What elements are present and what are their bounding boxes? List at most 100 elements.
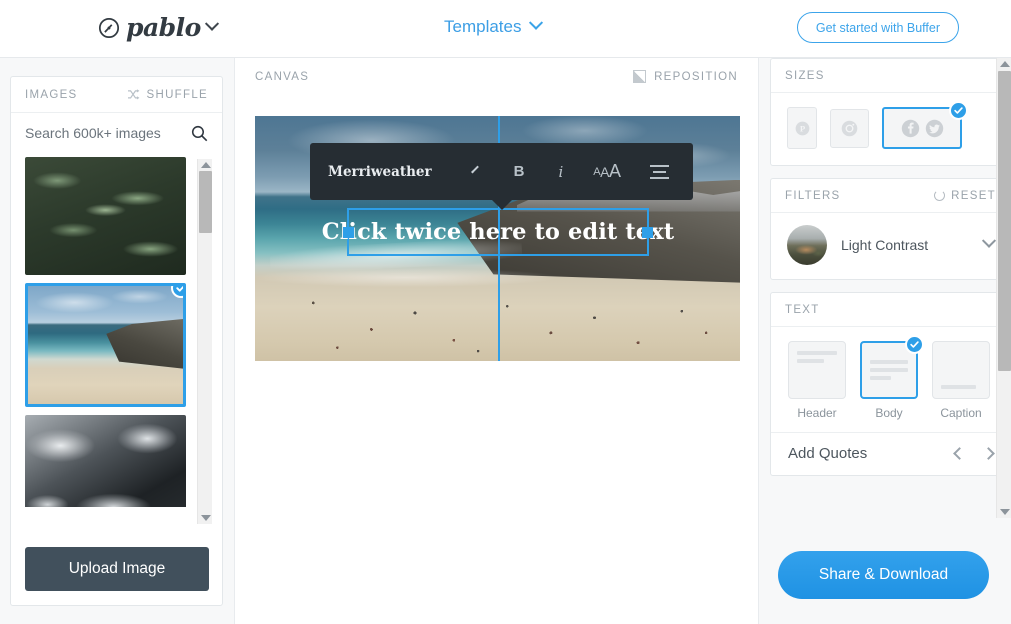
thumbnail-image: [25, 415, 186, 507]
shuffle-label: SHUFFLE: [146, 88, 208, 101]
templates-menu[interactable]: Templates: [444, 15, 544, 37]
search-input[interactable]: [25, 125, 175, 141]
image-thumbnail-beach[interactable]: [25, 283, 186, 407]
facebook-icon: [901, 119, 919, 137]
templates-label: Templates: [444, 17, 522, 36]
image-thumbnail-ferns[interactable]: [25, 157, 186, 275]
reset-label: RESET: [951, 189, 996, 202]
get-started-with-buffer-button[interactable]: Get started with Buffer: [796, 12, 959, 43]
font-size-button[interactable]: AAA: [593, 161, 621, 182]
size-option-facebook-twitter[interactable]: [882, 101, 968, 149]
share-and-download-button[interactable]: Share & Download: [778, 551, 989, 599]
canvas-panel-header: CANVAS REPOSITION: [235, 58, 758, 95]
resize-handle-right[interactable]: [642, 226, 653, 238]
chevron-left-icon[interactable]: [953, 447, 966, 460]
image-thumbnail-list[interactable]: [25, 157, 208, 507]
logo-chevron-down-icon[interactable]: [204, 16, 219, 31]
scroll-down-icon[interactable]: [1000, 509, 1010, 515]
scroll-up-icon[interactable]: [1000, 61, 1010, 67]
settings-scrollbar[interactable]: [996, 58, 1011, 518]
svg-text:P: P: [799, 123, 805, 133]
text-style-body[interactable]: Body: [860, 335, 924, 420]
selected-check-icon: [949, 101, 968, 120]
scrollbar-thumb[interactable]: [199, 171, 212, 233]
text-box-selection[interactable]: Click twice here to edit text: [322, 208, 674, 256]
shuffle-icon: [127, 89, 139, 100]
scroll-down-icon[interactable]: [201, 515, 211, 521]
quotes-navigation: [953, 447, 995, 460]
scrollbar-thumb[interactable]: [998, 71, 1011, 371]
text-title: TEXT: [785, 303, 820, 316]
sizes-options: P: [771, 93, 1010, 165]
sizes-card: SIZES P: [770, 58, 1011, 166]
templates-chevron-down-icon: [529, 15, 544, 30]
add-quotes-row: Add Quotes: [771, 432, 1010, 475]
preview-line: [941, 385, 977, 389]
text-card: TEXT Header Body Caption Add Quotes: [770, 292, 1011, 476]
search-icon[interactable]: [191, 125, 208, 142]
filter-chevron-down-icon[interactable]: [981, 233, 997, 248]
pablo-compass-icon: [98, 17, 120, 38]
text-style-preview: [860, 335, 924, 399]
font-size-medium-glyph: A: [600, 163, 609, 180]
selected-check-icon: [905, 335, 924, 354]
size-option-pinterest[interactable]: P: [787, 107, 817, 149]
text-style-options: Header Body Caption: [771, 327, 1010, 424]
image-canvas[interactable]: Merriweather B i AAA Click twice here to…: [255, 116, 740, 361]
settings-panel: SIZES P FILTERS RESET Light Contrast TEX…: [770, 58, 1011, 624]
image-search-row: [11, 113, 222, 153]
canvas-text[interactable]: Click twice here to edit text: [322, 219, 674, 245]
text-align-center-icon[interactable]: [650, 164, 670, 179]
preview-line: [870, 368, 908, 372]
images-panel-header: IMAGES SHUFFLE: [11, 77, 222, 113]
filters-card-header: FILTERS RESET: [771, 179, 1010, 213]
filters-card: FILTERS RESET Light Contrast: [770, 178, 1011, 280]
preview-line: [797, 351, 837, 355]
twitter-icon: [925, 119, 943, 137]
font-size-large-glyph: A: [608, 161, 621, 181]
canvas-panel-title: CANVAS: [255, 70, 310, 83]
pablo-logo[interactable]: pablo: [98, 13, 219, 42]
instagram-icon: [841, 120, 858, 136]
reposition-icon: [633, 70, 647, 83]
preview-line: [797, 359, 825, 363]
images-scrollbar[interactable]: [197, 159, 212, 524]
reposition-button[interactable]: REPOSITION: [633, 70, 738, 83]
images-panel: IMAGES SHUFFLE Search 600k+ images Uploa…: [10, 76, 223, 606]
chevron-right-icon[interactable]: [982, 447, 995, 460]
text-style-label: Caption: [940, 406, 982, 420]
italic-button[interactable]: i: [558, 163, 563, 181]
selected-filter-label: Light Contrast: [841, 237, 929, 253]
reposition-label: REPOSITION: [654, 70, 738, 83]
font-chevron-down-icon[interactable]: [470, 165, 479, 173]
reset-filters-button[interactable]: RESET: [934, 190, 996, 202]
add-quotes-label[interactable]: Add Quotes: [788, 445, 867, 462]
text-style-preview: [788, 341, 846, 399]
text-style-caption[interactable]: Caption: [932, 341, 990, 420]
filter-selector[interactable]: Light Contrast: [771, 213, 1010, 279]
scroll-up-icon[interactable]: [201, 162, 211, 168]
preview-line: [870, 376, 892, 380]
canvas-panel: CANVAS REPOSITION Merriweather B i AAA C…: [234, 58, 759, 624]
text-style-header[interactable]: Header: [788, 341, 846, 420]
text-style-preview: [932, 341, 990, 399]
sizes-title: SIZES: [785, 69, 825, 82]
app-header: pablo Templates Get started with Buffer: [0, 0, 1011, 58]
size-option-instagram[interactable]: [830, 108, 869, 148]
shuffle-button[interactable]: SHUFFLE: [127, 88, 209, 101]
pinterest-icon: P: [795, 121, 809, 135]
thumbnail-image: [28, 286, 183, 404]
filters-title: FILTERS: [785, 189, 841, 202]
logo-text: pablo: [126, 13, 201, 42]
image-thumbnail-clouds[interactable]: [25, 415, 186, 507]
sizes-card-header: SIZES: [771, 59, 1010, 93]
font-family-selector[interactable]: Merriweather: [328, 164, 432, 180]
thumbnail-image: [25, 157, 186, 275]
text-card-header: TEXT: [771, 293, 1010, 327]
resize-handle-left[interactable]: [343, 226, 354, 238]
bold-button[interactable]: B: [514, 163, 525, 180]
text-style-label: Header: [797, 406, 837, 420]
text-format-toolbar[interactable]: Merriweather B i AAA: [310, 143, 693, 200]
upload-image-button[interactable]: Upload Image: [25, 547, 209, 591]
text-style-label: Body: [875, 406, 903, 420]
